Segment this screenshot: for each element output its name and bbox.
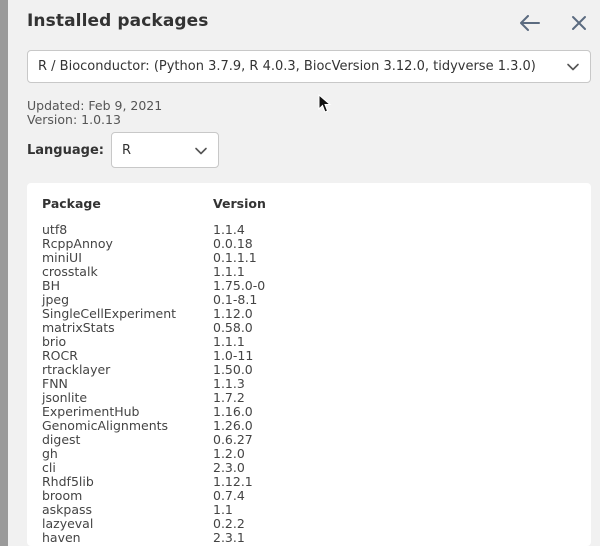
package-name: BH [42,278,60,293]
package-version-value: 1.12.0 [213,306,253,321]
packages-table[interactable]: Package Version utf8 1.1.4 RcppAnnoy 0.0.18… [27,183,591,546]
table-row: utf8 1.1.4 [42,223,562,237]
column-header-version: Version [213,196,266,211]
package-name: lazyeval [42,516,94,531]
package-name: SingleCellExperiment [42,306,177,321]
package-name: ROCR [42,348,78,363]
package-version-value: 1.1.1 [213,264,245,279]
package-version-value: 0.0.18 [213,236,253,251]
table-row: gh 1.2.0 [42,447,562,461]
close-icon [572,16,586,30]
package-name: GenomicAlignments [42,418,169,433]
package-name: cli [42,460,56,475]
table-row: lazyeval 0.2.2 [42,517,562,531]
package-version-value: 0.2.2 [213,516,245,531]
table-row: jpeg 0.1-8.1 [42,293,562,307]
package-name: ExperimentHub [42,404,140,419]
language-select[interactable]: R [111,132,219,168]
package-name: matrixStats [42,320,115,335]
package-version-value: 1.50.0 [213,362,253,377]
background-overlay [0,0,8,546]
package-name: gh [42,446,58,461]
language-select-value: R [122,142,132,158]
package-list: utf8 1.1.4 RcppAnnoy 0.0.18 miniUI 0.1.1.1 cro… [42,223,562,545]
package-name: Rhdf5lib [42,474,94,489]
table-row: Rhdf5lib 1.12.1 [42,475,562,489]
table-row: broom 0.7.4 [42,489,562,503]
package-version-value: 1.75.0-0 [213,278,266,293]
package-name: jsonlite [42,390,88,405]
package-name: RcppAnnoy [42,236,113,251]
table-row: RcppAnnoy 0.0.18 [42,237,562,251]
arrow-left-icon [520,15,540,31]
table-row: SingleCellExperiment 1.12.0 [42,307,562,321]
close-button[interactable] [566,10,592,36]
table-row: FNN 1.1.3 [42,377,562,391]
package-version-value: 1.1.4 [213,222,245,237]
table-row: miniUI 0.1.1.1 [42,251,562,265]
package-version-value: 2.3.0 [213,460,245,475]
package-name: jpeg [42,292,70,307]
package-version-value: 1.2.0 [213,446,245,461]
back-button[interactable] [517,10,543,36]
table-row: ExperimentHub 1.16.0 [42,405,562,419]
environment-select[interactable]: R / Bioconductor: (Python 3.7.9, R 4.0.3… [27,50,591,83]
updated-date: Updated: Feb 9, 2021 [27,98,163,113]
package-version-value: 0.6.27 [213,432,253,447]
package-version-value: 1.26.0 [213,418,253,433]
package-version-value: 0.1.1.1 [213,250,257,265]
package-name: brio [42,334,67,349]
table-row: rtracklayer 1.50.0 [42,363,562,377]
table-row: askpass 1.1 [42,503,562,517]
package-version-value: 2.3.1 [213,530,245,545]
table-row: brio 1.1.1 [42,335,562,349]
table-row: GenomicAlignments 1.26.0 [42,419,562,433]
package-version-value: 1.1 [213,502,233,517]
chevron-down-icon [567,63,579,71]
package-name: digest [42,432,81,447]
package-version-value: 1.12.1 [213,474,253,489]
table-row: matrixStats 0.58.0 [42,321,562,335]
package-name: FNN [42,376,68,391]
table-row: ROCR 1.0-11 [42,349,562,363]
package-version-value: 1.7.2 [213,390,245,405]
table-row: jsonlite 1.7.2 [42,391,562,405]
language-label: Language: [27,143,104,158]
column-header-package: Package [42,196,101,211]
environment-select-value: R / Bioconductor: (Python 3.7.9, R 4.0.3… [38,59,536,74]
dialog-title: Installed packages [27,11,209,31]
package-name: rtracklayer [42,362,111,377]
package-name: utf8 [42,222,68,237]
table-row: haven 2.3.1 [42,531,562,545]
package-name: crosstalk [42,264,98,279]
package-version-value: 0.1-8.1 [213,292,258,307]
package-version-value: 1.16.0 [213,404,253,419]
package-version-value: 1.1.1 [213,334,245,349]
table-row: crosstalk 1.1.1 [42,265,562,279]
package-name: askpass [42,502,93,517]
package-name: broom [42,488,83,503]
chevron-down-icon [195,147,207,155]
package-version-value: 1.0-11 [213,348,254,363]
package-name: haven [42,530,81,545]
installed-packages-dialog: Installed packages R / Bioconductor: (Py… [8,0,600,546]
package-name: miniUI [42,250,82,265]
table-row: BH 1.75.0-0 [42,279,562,293]
package-version-value: 0.58.0 [213,320,253,335]
package-version-value: 0.7.4 [213,488,245,503]
package-version-value: 1.1.3 [213,376,245,391]
table-row: cli 2.3.0 [42,461,562,475]
table-row: digest 0.6.27 [42,433,562,447]
package-version: Version: 1.0.13 [27,112,121,127]
